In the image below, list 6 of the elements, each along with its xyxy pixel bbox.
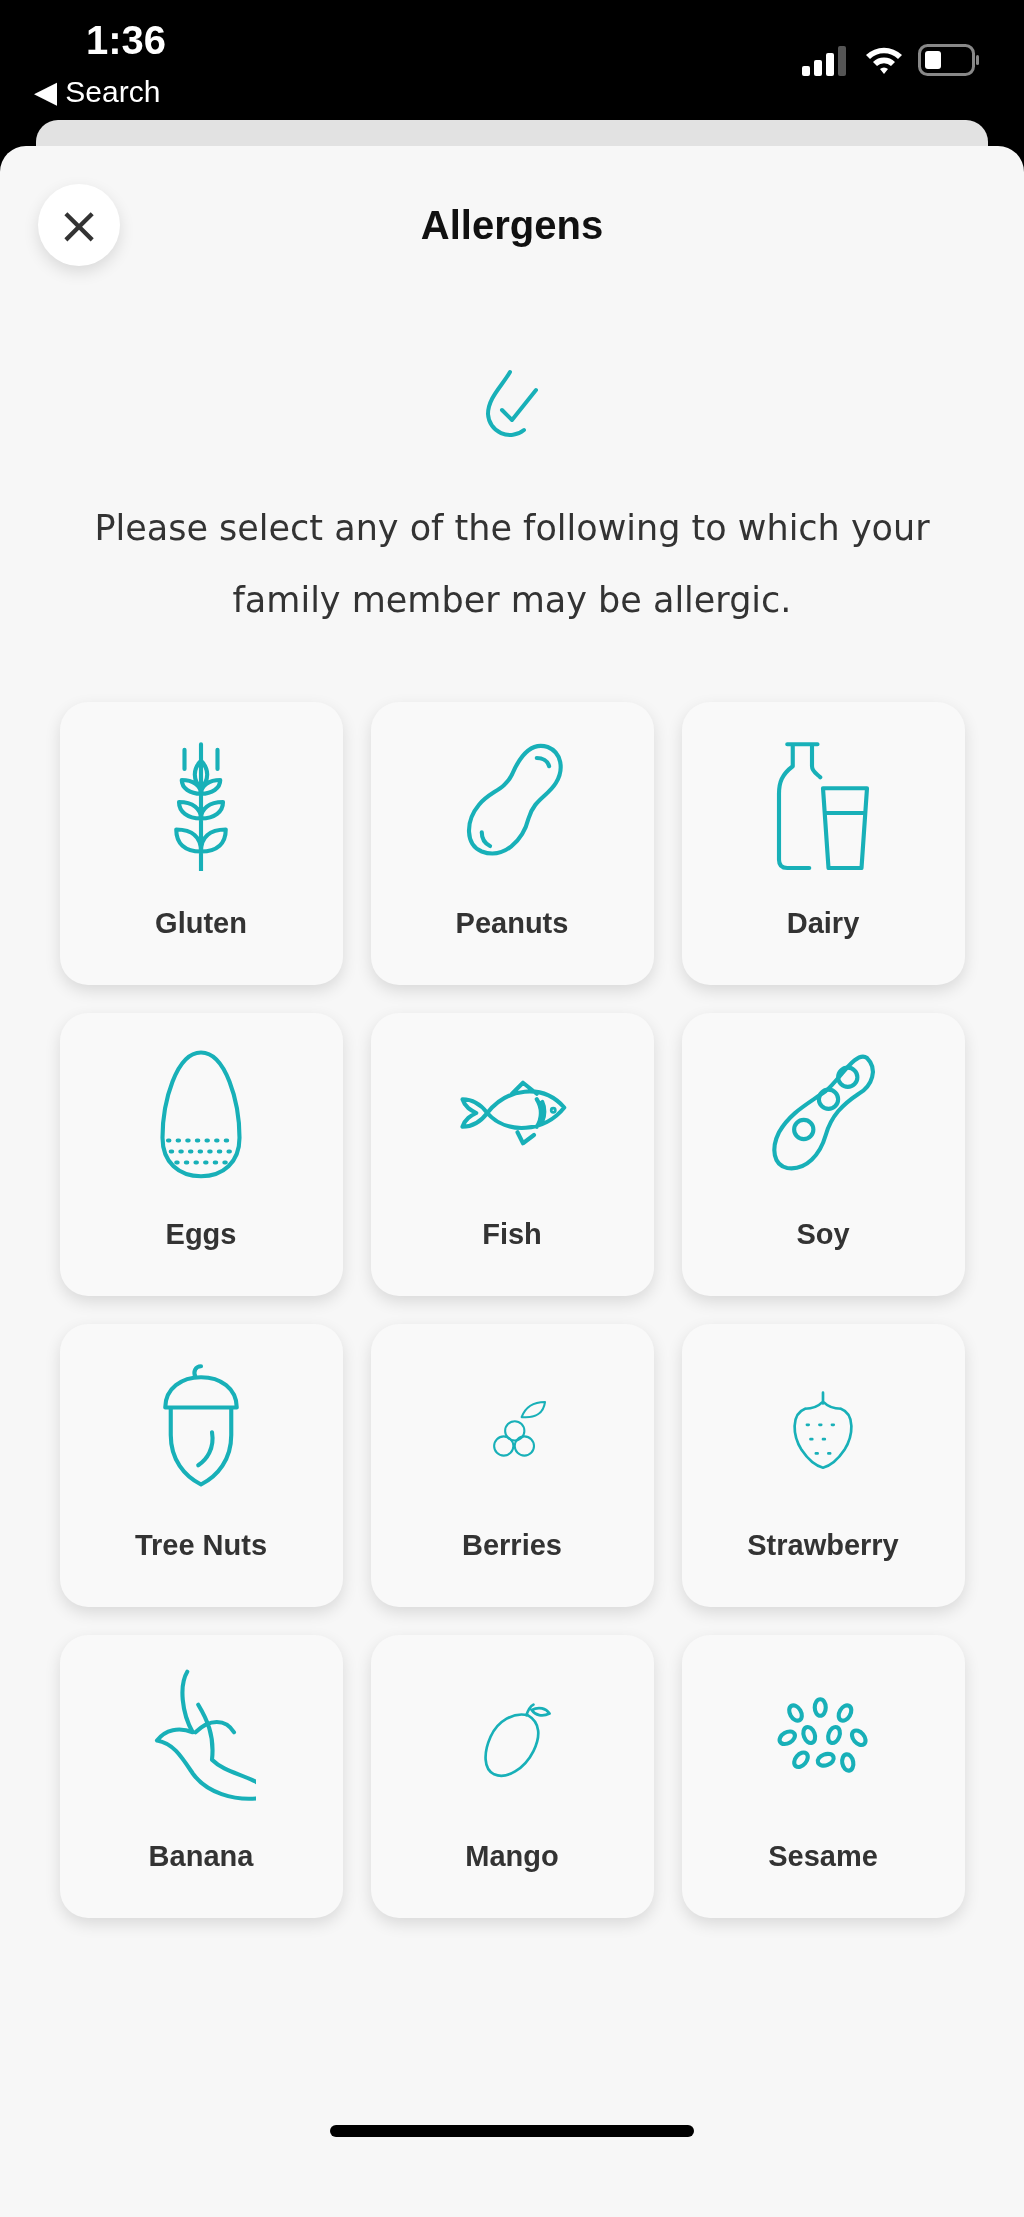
instruction-text: Please select any of the following to which your family member may be allergic. (93, 507, 931, 622)
sheet-title: Allergens (420, 202, 604, 248)
back-link[interactable]: ◀ Search (34, 74, 161, 109)
status-time: 1:36 (86, 18, 167, 63)
battery-icon (918, 44, 980, 76)
close-button[interactable]: × (38, 184, 120, 266)
